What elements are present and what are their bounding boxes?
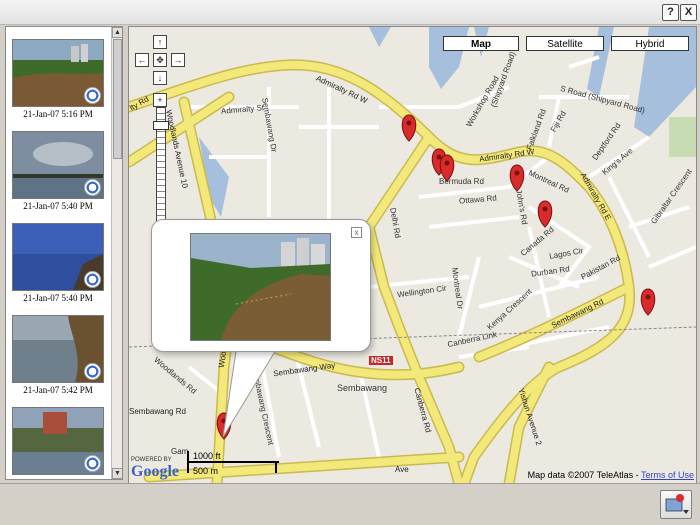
pan-left-icon[interactable]: ← [135, 53, 149, 67]
photo-caption: 21-Jan-07 5:42 PM [23, 385, 93, 395]
mrt-station-badge: NS11 [369, 356, 393, 365]
bubble-pointer [222, 345, 287, 438]
map-type-satellite-button[interactable]: Satellite [526, 36, 604, 51]
map-scale: 1000 ft 500 m [187, 451, 279, 481]
geotag-icon [84, 455, 101, 472]
zoom-in-icon[interactable]: + [153, 93, 167, 107]
street-label: Bermuda Rd [439, 177, 484, 186]
photo-thumbnail-item[interactable]: 21-Jan-07 5:40 PM [6, 131, 110, 223]
zoom-slider-handle[interactable] [153, 121, 169, 130]
map-type-hybrid-button[interactable]: Hybrid [611, 36, 689, 51]
place-label: Sembawang [337, 383, 388, 393]
photo-caption: 21-Jan-07 5:40 PM [23, 293, 93, 303]
road-label: Gam [171, 447, 189, 456]
terms-of-use-link[interactable]: Terms of Use [641, 470, 694, 480]
photo-thumbnail-item[interactable] [6, 407, 110, 479]
road-label: Sembawang Rd [129, 407, 186, 416]
photo-thumbnail-item[interactable]: 21-Jan-07 5:42 PM [6, 315, 110, 407]
photo-thumbnail[interactable] [12, 223, 104, 291]
footer-bar [0, 483, 700, 525]
geotag-icon [84, 87, 101, 104]
photo-thumbnail[interactable] [12, 39, 104, 107]
geotag-icon [84, 179, 101, 196]
photo-thumbnail-item[interactable]: 21-Jan-07 5:40 PM [6, 223, 110, 315]
map-type-map-button[interactable]: Map [443, 36, 519, 51]
photo-list-scrollbar[interactable]: ▲ ▼ [111, 27, 122, 479]
map-pin-menu-icon [665, 494, 689, 514]
photo-preview [190, 233, 331, 341]
scrollbar-thumb[interactable] [113, 39, 122, 159]
geotag-icon [84, 363, 101, 380]
map-view[interactable]: Admiralty Rd W Admiralty Rd W lty Rd Adm… [128, 26, 697, 485]
pan-center-icon[interactable]: ✥ [153, 53, 167, 67]
scroll-down-arrow-icon[interactable]: ▼ [112, 468, 122, 479]
google-logo: Google [131, 463, 179, 480]
scroll-up-arrow-icon[interactable]: ▲ [112, 27, 122, 38]
scale-meters-label: 500 m [193, 466, 219, 476]
copyright-text: Map data ©2007 TeleAtlas - [527, 470, 641, 480]
close-button[interactable]: X [680, 4, 697, 21]
pan-right-icon[interactable]: → [171, 53, 185, 67]
road-label: Ave [395, 465, 409, 474]
photo-thumbnail[interactable] [12, 315, 104, 383]
photo-list: 21-Jan-07 5:16 PM 21-Jan-07 5:40 PM 21-J… [5, 26, 123, 480]
pan-up-icon[interactable]: ↑ [153, 35, 167, 49]
scale-feet-label: 1000 ft [193, 451, 221, 461]
photo-caption: 21-Jan-07 5:16 PM [23, 109, 93, 119]
title-bar: ? X [0, 0, 700, 25]
close-info-window-button[interactable]: x [351, 227, 362, 238]
photo-thumbnail-item[interactable]: 21-Jan-07 5:16 PM [6, 39, 110, 131]
photo-caption: 21-Jan-07 5:40 PM [23, 201, 93, 211]
pan-down-icon[interactable]: ↓ [153, 71, 167, 85]
geotag-icon [84, 271, 101, 288]
map-copyright: Map data ©2007 TeleAtlas - Terms of Use [528, 470, 694, 480]
photo-thumbnail[interactable] [12, 131, 104, 199]
photo-thumbnail[interactable] [12, 407, 104, 475]
photo-info-window: x [151, 219, 371, 352]
map-options-button[interactable] [660, 490, 692, 519]
help-button[interactable]: ? [662, 4, 679, 21]
